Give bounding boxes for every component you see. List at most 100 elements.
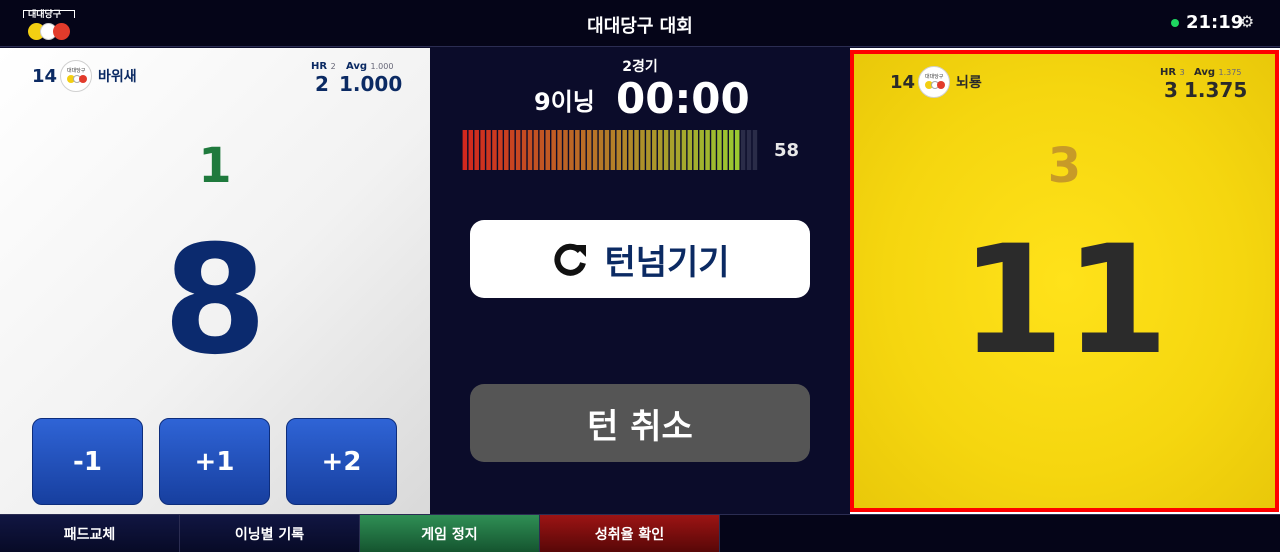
player-score: 8 <box>162 214 268 388</box>
meter-segment <box>705 130 710 170</box>
turn-cancel-button[interactable]: 턴 취소 <box>470 384 810 462</box>
meter-segment <box>746 130 752 170</box>
badge-text: 대대당구 <box>925 74 944 80</box>
meter-segment <box>521 130 527 170</box>
avg-label-text: Avg <box>1194 67 1216 78</box>
meter-segment <box>527 130 533 170</box>
meter-segment <box>646 130 651 170</box>
pause-game-button[interactable]: 게임 정지 <box>360 515 540 552</box>
meter-segment <box>711 130 716 170</box>
meter-segment <box>545 130 550 170</box>
meter-segment <box>652 130 657 170</box>
meter-segment <box>657 130 663 170</box>
avg-value: 1.375 <box>1184 78 1248 102</box>
hr-value: 2 <box>315 72 329 96</box>
meter-segment <box>569 130 574 170</box>
badge-text: 대대당구 <box>67 68 86 74</box>
inning-record-button[interactable]: 이닝별 기록 <box>180 515 360 552</box>
meter-segment <box>480 130 485 170</box>
meter-segment <box>740 130 746 170</box>
meter-segment <box>533 130 539 170</box>
meter-segment <box>610 130 616 170</box>
meter-segment <box>663 130 669 170</box>
hr-label-text: HR <box>1160 67 1177 78</box>
player-logo-icon: 대대당구 <box>918 66 950 98</box>
top-bar: 대대당구 대대당구 대회 21:19 ⚙ <box>0 0 1280 47</box>
meter-segment <box>592 130 598 170</box>
hr-value: 3 <box>1164 78 1178 102</box>
meter-segment <box>575 130 580 170</box>
hr-label-text: HR <box>311 61 328 72</box>
meter-segment <box>681 130 687 170</box>
shot-timer: 00:00 <box>616 74 750 123</box>
player-name: 바위새 <box>98 69 137 85</box>
hr-label: HR 3 <box>1160 67 1185 78</box>
plus-one-button[interactable]: +1 <box>159 418 270 505</box>
meter-segment <box>752 130 758 170</box>
avg-label-text: Avg <box>346 61 368 72</box>
meter-segment <box>492 130 497 170</box>
right-player-panel[interactable]: 14 대대당구 뇌룡 HR 3 Avg 1.375 3 1.375 3 11 <box>850 48 1280 514</box>
clock: 21:19 <box>1186 12 1244 33</box>
page-title: 대대당구 대회 <box>587 16 693 37</box>
meter-segment <box>581 130 586 170</box>
meter-segment <box>598 130 604 170</box>
meter-segment <box>586 130 592 170</box>
avg-sub: 1.375 <box>1218 68 1242 77</box>
player-logo-icon: 대대당구 <box>60 60 92 92</box>
meter-segment <box>563 130 568 170</box>
active-player-highlight: 14 대대당구 뇌룡 HR 3 Avg 1.375 3 1.375 3 11 <box>850 50 1279 512</box>
hr-sub: 2 <box>330 62 336 71</box>
meter-segment <box>622 130 627 170</box>
turn-over-label: 턴넘기기 <box>604 242 730 283</box>
meter-segment <box>734 130 740 170</box>
avg-sub: 1.000 <box>370 62 394 71</box>
meter-segment <box>616 130 622 170</box>
player-name: 뇌룡 <box>956 75 982 91</box>
change-pad-button[interactable]: 패드교체 <box>0 515 180 552</box>
plus-two-button[interactable]: +2 <box>286 418 397 505</box>
meter-segment <box>675 130 681 170</box>
game-label: 2경기 <box>622 59 658 75</box>
meter-segment <box>699 130 704 170</box>
meter-segment <box>504 130 509 170</box>
badge-red-ball-icon <box>79 75 87 83</box>
meter-segment <box>557 130 562 170</box>
meter-segment <box>723 130 728 170</box>
meter-segment <box>515 130 521 170</box>
avg-value: 1.000 <box>339 72 403 96</box>
gear-icon[interactable]: ⚙ <box>1238 13 1256 31</box>
hr-label: HR 2 <box>311 61 336 72</box>
player-number: 14 <box>890 72 916 93</box>
meter-segment <box>729 130 734 170</box>
meter-segment <box>486 130 491 170</box>
meter-segment <box>539 130 545 170</box>
timer-meter <box>462 130 758 170</box>
meter-segment <box>669 130 675 170</box>
meter-count: 58 <box>774 140 800 161</box>
meter-segment <box>640 130 645 170</box>
meter-segment <box>551 130 556 170</box>
meter-segment <box>687 130 693 170</box>
meter-segment <box>509 130 515 170</box>
bottom-bar: 패드교체 이닝별 기록 게임 정지 성취율 확인 <box>0 514 1280 552</box>
player-score: 11 <box>960 214 1169 388</box>
avg-label: Avg 1.375 <box>1194 67 1241 78</box>
inning-score: 1 <box>198 138 232 194</box>
refresh-icon <box>554 243 587 276</box>
minus-one-button[interactable]: -1 <box>32 418 143 505</box>
meter-segment <box>468 130 474 170</box>
meter-segment <box>474 130 479 170</box>
badge-red-ball-icon <box>937 81 945 89</box>
check-rate-button[interactable]: 성취율 확인 <box>540 515 720 552</box>
meter-segment <box>462 130 468 170</box>
center-panel: 2경기 9이닝 00:00 58 턴넘기기 턴 취소 <box>430 48 850 514</box>
meter-segment <box>604 130 610 170</box>
left-player-panel[interactable]: 14 대대당구 바위새 HR 2 Avg 1.000 2 1.000 1 8 -… <box>0 48 430 514</box>
meter-segment <box>498 130 503 170</box>
inning-label: 9이닝 <box>534 88 595 116</box>
connection-status-icon <box>1171 19 1179 27</box>
meter-segment <box>717 130 722 170</box>
meter-segment <box>693 130 698 170</box>
turn-over-button[interactable]: 턴넘기기 <box>470 220 810 298</box>
